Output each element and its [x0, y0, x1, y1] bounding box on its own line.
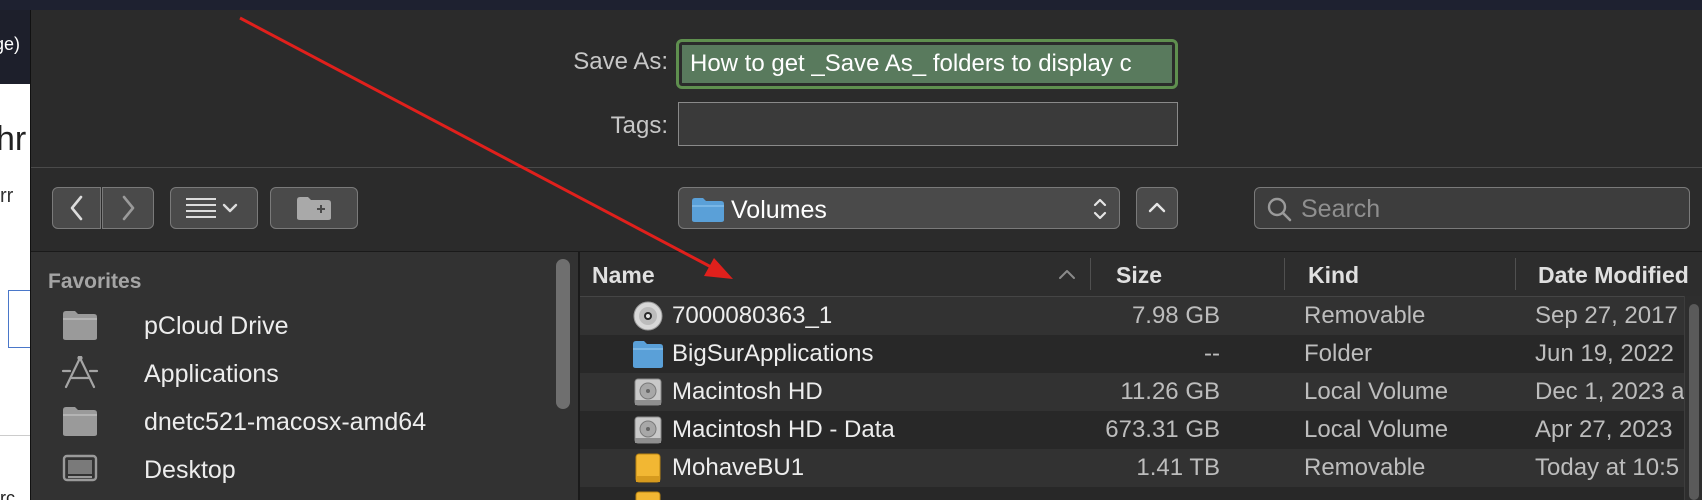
folder-icon: [63, 407, 97, 436]
folder-icon: [63, 311, 97, 340]
sidebar-heading-favorites: Favorites: [48, 270, 142, 293]
column-header-date-modified[interactable]: Date Modified: [1538, 262, 1689, 289]
file-name: Macintosh HD - Data: [672, 416, 895, 443]
drive-icon: [634, 378, 662, 406]
file-kind: Local Volume: [1304, 378, 1449, 405]
sidebar-item-label: Desktop: [144, 456, 236, 484]
top-window-strip: [0, 0, 1702, 10]
file-size: --: [1204, 340, 1220, 367]
background-window-title: ge): [0, 34, 21, 54]
sort-ascending-icon: [1059, 270, 1075, 279]
file-name: BigSurApplications: [672, 340, 874, 367]
file-list-scrollbar[interactable]: [1684, 296, 1702, 500]
table-row[interactable]: Macintosh HD - Data 673.31 GB Local Volu…: [580, 411, 1684, 449]
background-window-divider: [0, 435, 30, 436]
new-folder-icon: [297, 197, 331, 220]
forward-button[interactable]: [102, 187, 154, 229]
search-input[interactable]: [1299, 192, 1683, 226]
column-header-kind[interactable]: Kind: [1308, 262, 1359, 289]
file-date: Today at 10:5: [1535, 454, 1680, 481]
table-row[interactable]: [580, 487, 1684, 500]
sidebar-item-dnetc521[interactable]: dnetc521-macosx-amd64: [61, 402, 541, 442]
new-folder-button[interactable]: [270, 187, 358, 229]
sidebar-item-applications[interactable]: Applications: [61, 354, 541, 394]
tags-field[interactable]: [678, 102, 1178, 146]
folder-icon: [692, 198, 724, 222]
file-size: 7.98 GB: [1131, 302, 1220, 329]
background-window-heading: hr: [0, 120, 27, 158]
file-size: 1.41 TB: [1136, 454, 1220, 481]
file-kind: Folder: [1304, 340, 1373, 367]
file-kind: Removable: [1304, 454, 1426, 481]
file-date: Sep 27, 2017: [1535, 302, 1678, 329]
saveas-filename-text[interactable]: How to get _Save As_ folders to display …: [682, 45, 1172, 83]
file-list: Name Size Kind Date Modified 7000080363_…: [580, 252, 1702, 500]
file-kind: Removable: [1304, 302, 1426, 329]
search-icon: [1267, 197, 1292, 222]
external-drive-icon: [635, 453, 661, 483]
sidebar-item-label: dnetc521-macosx-amd64: [144, 408, 427, 436]
file-date: Dec 1, 2023 a: [1535, 378, 1685, 405]
search-box[interactable]: [1254, 187, 1690, 229]
chevron-right-icon: [122, 195, 135, 221]
saveas-field[interactable]: How to get _Save As_ folders to display …: [676, 39, 1178, 89]
external-drive-icon: [635, 491, 661, 500]
back-button[interactable]: [52, 187, 101, 229]
sidebar-item-desktop[interactable]: Desktop: [61, 450, 541, 490]
table-row[interactable]: MohaveBU1 1.41 TB Removable Today at 10:…: [580, 449, 1684, 487]
drive-icon: [634, 416, 662, 444]
file-size: 673.31 GB: [1105, 416, 1220, 443]
table-row[interactable]: Macintosh HD 11.26 GB Local Volume Dec 1…: [580, 373, 1684, 411]
file-name: MohaveBU1: [672, 454, 805, 481]
column-separator[interactable]: [1515, 258, 1516, 290]
file-name: 7000080363_1: [672, 302, 833, 329]
file-date: Jun 19, 2022: [1535, 340, 1674, 367]
file-name: Macintosh HD: [672, 378, 823, 405]
column-separator[interactable]: [1090, 258, 1091, 290]
desktop-icon: [62, 454, 98, 482]
table-row[interactable]: 7000080363_1 7.98 GB Removable Sep 27, 2…: [580, 297, 1684, 335]
column-separator[interactable]: [1284, 258, 1285, 290]
folder-icon: [633, 341, 663, 368]
disc-icon: [633, 301, 663, 331]
file-kind: Local Volume: [1304, 416, 1449, 443]
chevron-up-icon: [1148, 202, 1166, 213]
saveas-label: Save As:: [573, 48, 668, 75]
sidebar-scrollbar[interactable]: [556, 259, 570, 409]
background-window: ge) hr rr rc: [0, 10, 30, 500]
sidebar-item-label: Applications: [144, 360, 279, 388]
file-size: 11.26 GB: [1120, 378, 1220, 405]
sidebar-item-label: pCloud Drive: [144, 312, 289, 340]
location-popup[interactable]: Volumes: [678, 187, 1120, 229]
background-window-text: rr: [0, 185, 14, 207]
background-window-bottom-text: rc: [0, 488, 15, 500]
updown-chevron-icon: [1093, 198, 1107, 220]
file-list-scroll-thumb[interactable]: [1689, 304, 1699, 500]
list-view-icon: [186, 198, 238, 218]
sidebar: Favorites pCloud Drive Applications dnet…: [31, 252, 578, 500]
column-header-size[interactable]: Size: [1116, 262, 1162, 289]
applications-icon: [61, 356, 99, 389]
sidebar-item-pcloud-drive[interactable]: pCloud Drive: [61, 306, 541, 346]
location-label: Volumes: [731, 196, 827, 224]
file-date: Apr 27, 2023: [1535, 416, 1673, 443]
chevron-left-icon: [70, 195, 82, 221]
background-window-box: [8, 290, 30, 348]
table-row[interactable]: BigSurApplications -- Folder Jun 19, 202…: [580, 335, 1684, 373]
header-divider: [31, 167, 1702, 168]
column-header-name[interactable]: Name: [592, 262, 655, 289]
tags-label: Tags:: [610, 112, 668, 139]
view-options-button[interactable]: [170, 187, 258, 229]
background-window-titlebar: ge): [0, 10, 30, 84]
expand-collapse-button[interactable]: [1136, 187, 1178, 229]
column-header-row: Name Size Kind Date Modified: [580, 252, 1702, 297]
